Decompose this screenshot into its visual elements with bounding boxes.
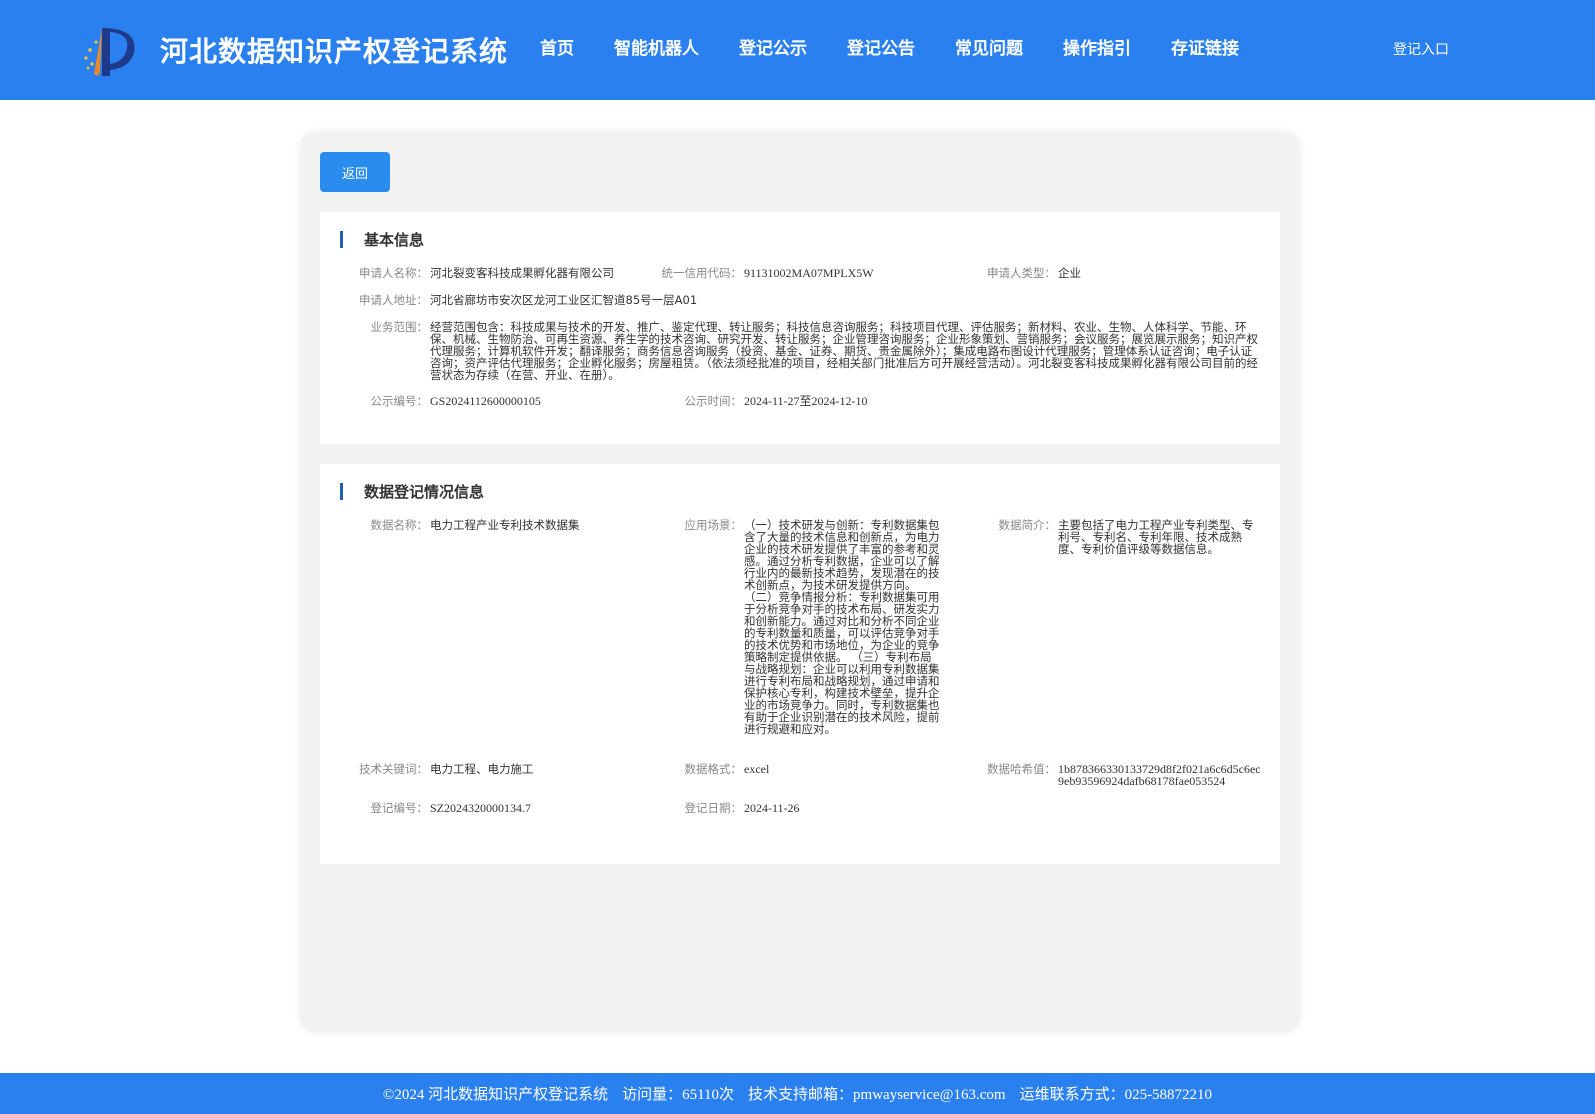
main-nav: 首页 智能机器人 登记公示 登记公告 常见问题 操作指引 存证链接: [540, 34, 1279, 59]
footer-phone: 运维联系方式：025-58872210: [1019, 1087, 1213, 1103]
address-value: 河北省廊坊市安次区龙河工业区汇智道85号一层A01: [430, 293, 698, 307]
data-intro-label: 数据简介：: [998, 518, 1057, 532]
nav-home[interactable]: 首页: [540, 34, 574, 59]
applicant-type-label: 申请人类型：: [987, 266, 1056, 280]
footer-email: 技术支持邮箱：pmwayservice@163.com: [748, 1087, 1006, 1103]
basic-info-panel: 基本信息 申请人名称： 河北裂变客科技成果孵化器有限公司 统一信用代码： 911…: [320, 212, 1280, 444]
keywords-value: 电力工程、电力施工: [430, 762, 534, 776]
registration-date-label: 登记日期：: [684, 801, 743, 815]
footer-visits: 访问量：65110次: [622, 1087, 735, 1103]
data-name-label: 数据名称：: [370, 518, 429, 532]
scenario-value: （一）技术研发与创新：专利数据集包含了大量的技术信息和创新点，为电力企业的技术研…: [744, 518, 940, 736]
section-header: 基本信息: [340, 229, 424, 249]
nav-evidence-link[interactable]: 存证链接: [1171, 34, 1239, 59]
login-link[interactable]: 登记入口: [1393, 39, 1449, 59]
section-header: 数据登记情况信息: [340, 481, 484, 501]
data-registration-panel: 数据登记情况信息 数据名称： 电力工程产业专利技术数据集 应用场景： （一）技术…: [320, 464, 1280, 864]
section-marker: [340, 230, 343, 248]
nav-faq[interactable]: 常见问题: [955, 34, 1023, 59]
data-format-label: 数据格式：: [684, 762, 743, 776]
credit-code-value: 91131002MA07MPLX5W: [744, 266, 874, 280]
data-registration-title: 数据登记情况信息: [364, 482, 485, 501]
business-scope-label: 业务范围：: [370, 320, 429, 334]
notice-number-label: 公示编号：: [370, 394, 429, 408]
basic-info-title: 基本信息: [364, 230, 425, 249]
registration-number-value: SZ2024320000134.7: [430, 801, 532, 815]
business-scope-value: 经营范围包含：科技成果与技术的开发、推广、鉴定代理、转让服务；科技信息咨询服务；…: [430, 320, 1258, 382]
applicant-name-value: 河北裂变客科技成果孵化器有限公司: [430, 266, 614, 280]
section-marker: [340, 482, 343, 500]
keywords-label: 技术关键词：: [359, 762, 428, 776]
registration-number-label: 登记编号：: [370, 801, 429, 815]
nav-registration-publicity[interactable]: 登记公示: [739, 34, 807, 59]
notice-time-value: 2024-11-27至2024-12-10: [744, 394, 868, 408]
nav-guide[interactable]: 操作指引: [1063, 34, 1131, 59]
detail-card: 返回 基本信息 申请人名称： 河北裂变客科技成果孵化器有限公司 统一信用代码： …: [300, 132, 1300, 1032]
notice-number-value: GS2024112600000105: [430, 394, 541, 408]
scenario-label: 应用场景：: [684, 518, 743, 532]
applicant-type-value: 企业: [1058, 266, 1081, 280]
top-header: 河北数据知识产权登记系统 首页 智能机器人 登记公示 登记公告 常见问题 操作指…: [0, 0, 1595, 100]
notice-time-label: 公示时间：: [684, 394, 743, 408]
address-label: 申请人地址：: [359, 293, 428, 307]
site-title: 河北数据知识产权登记系统: [160, 35, 509, 68]
nav-robot[interactable]: 智能机器人: [614, 34, 699, 59]
data-name-value: 电力工程产业专利技术数据集: [430, 518, 580, 532]
data-intro-value: 主要包括了电力工程产业专利类型、专利号、专利名、专利年限、技术成熟度、专利价值评…: [1058, 518, 1254, 556]
registration-date-value: 2024-11-26: [744, 801, 800, 815]
logo-icon: [84, 28, 135, 76]
data-hash-value: 1b878366330133729d8f2f021a6c6d5c6ec9eb93…: [1058, 762, 1261, 788]
back-button[interactable]: 返回: [320, 152, 390, 192]
credit-code-label: 统一信用代码：: [661, 266, 743, 280]
data-hash-label: 数据哈希值：: [987, 762, 1056, 776]
page-footer: ©2024 河北数据知识产权登记系统 访问量：65110次 技术支持邮箱：pmw…: [0, 1073, 1595, 1114]
footer-copyright: ©2024 河北数据知识产权登记系统: [382, 1087, 609, 1103]
data-format-value: excel: [744, 762, 770, 776]
applicant-name-label: 申请人名称：: [359, 266, 428, 280]
nav-registration-announcement[interactable]: 登记公告: [847, 34, 915, 59]
